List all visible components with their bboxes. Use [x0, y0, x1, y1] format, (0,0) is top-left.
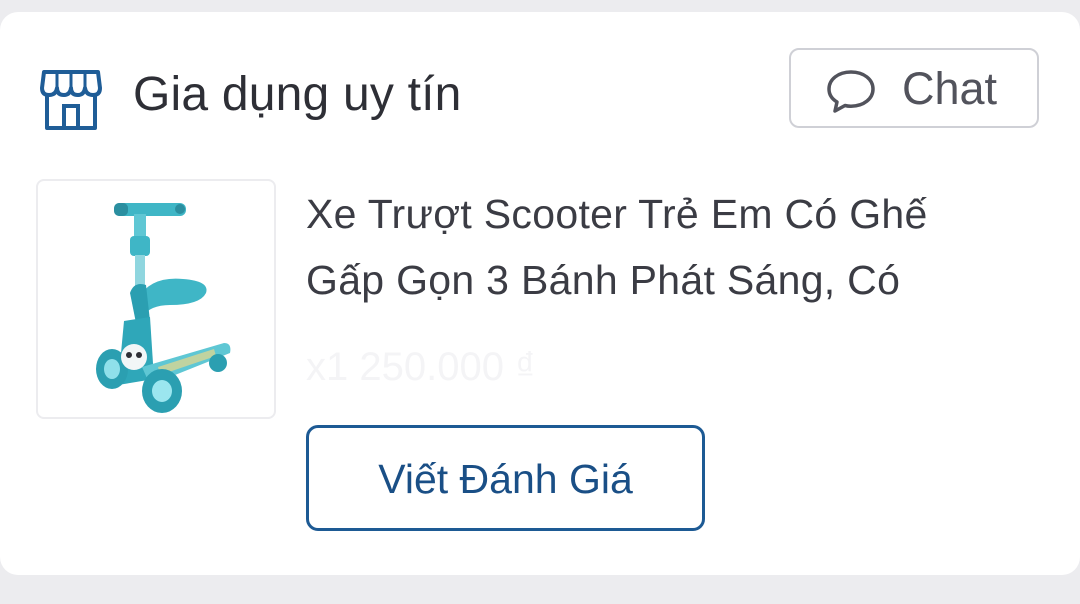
write-review-label: Viết Đánh Giá: [378, 456, 633, 502]
chat-label: Chat: [902, 63, 998, 114]
shop-header: Gia dụng uy tín Chat: [0, 12, 1080, 147]
chat-button[interactable]: Chat: [789, 48, 1039, 128]
product-title[interactable]: Xe Trượt Scooter Trẻ Em Có Ghế Gấp Gọn 3…: [306, 181, 1046, 313]
product-title-line: Gấp Gọn 3 Bánh Phát Sáng, Có: [306, 257, 901, 303]
shop-name[interactable]: Gia dụng uy tín: [133, 62, 462, 128]
write-review-button[interactable]: Viết Đánh Giá: [306, 425, 705, 531]
storefront-icon: [40, 70, 102, 130]
scooter-product-image[interactable]: [36, 179, 276, 419]
product-quantity-price: x1 250.000 ₫: [306, 345, 536, 389]
product-title-line: Xe Trượt Scooter Trẻ Em Có Ghế: [306, 191, 928, 237]
scooter-illustration: [96, 203, 231, 413]
product-row[interactable]: Xe Trượt Scooter Trẻ Em Có Ghế Gấp Gọn 3…: [0, 147, 1080, 567]
order-item-card: Gia dụng uy tín Chat Xe Trượt Scooter Tr…: [0, 12, 1080, 575]
chat-bubble-icon: [827, 70, 875, 113]
